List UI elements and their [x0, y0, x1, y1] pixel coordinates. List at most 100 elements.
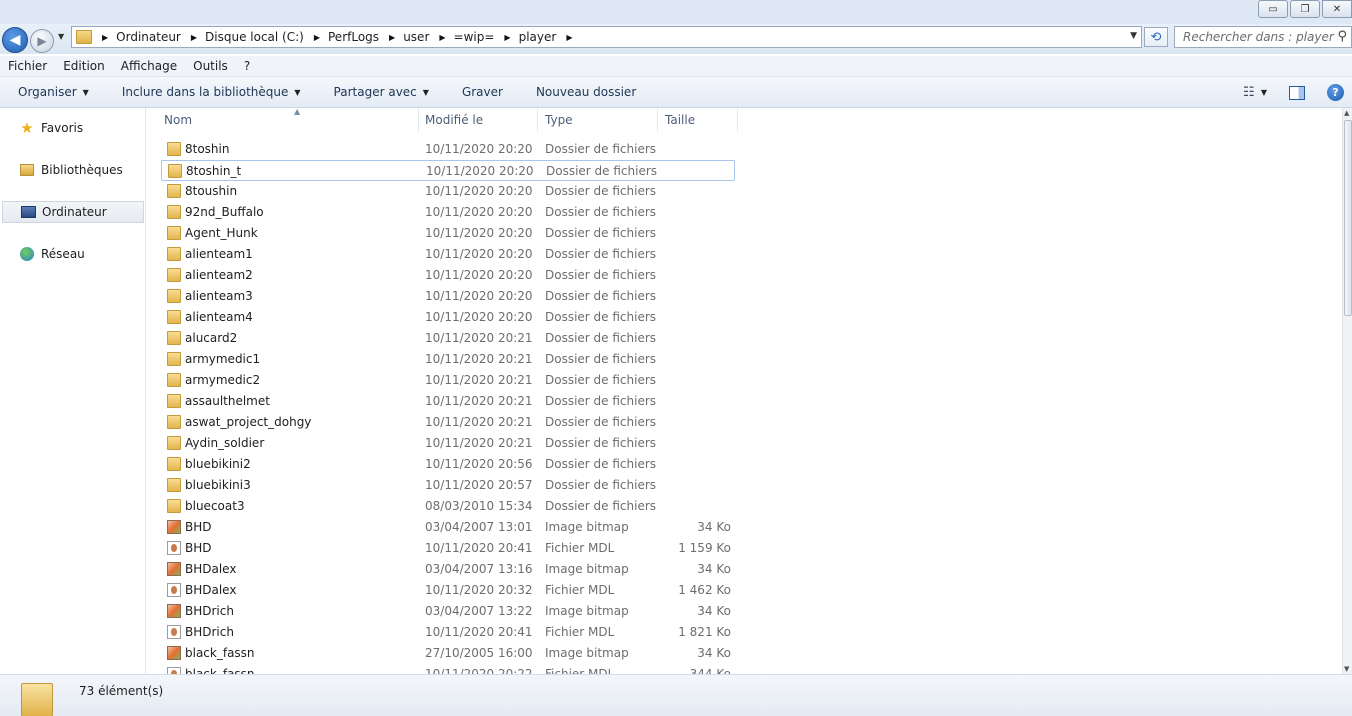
column-header-name[interactable]: Nom ▲ [157, 108, 419, 132]
file-row[interactable]: black_fassn 27/10/2005 16:00 Image bitmap 3… [161, 643, 735, 664]
menu-outils[interactable]: Outils [185, 59, 236, 73]
file-row[interactable]: assaulthelmet 10/11/2020 20:21 Dossier de … [161, 391, 735, 412]
folder-icon [167, 478, 181, 492]
scroll-down-icon[interactable]: ▼ [1344, 665, 1349, 673]
file-row[interactable]: BHD 10/11/2020 20:41 Fichier MDL 1 159 Ko [161, 538, 735, 559]
breadcrumb-player[interactable]: player [519, 30, 557, 44]
chevron-right-icon[interactable]: ▶ [566, 33, 572, 42]
file-modified: 03/04/2007 13:01 [425, 520, 533, 534]
file-row[interactable]: armymedic1 10/11/2020 20:21 Dossier de fic… [161, 349, 735, 370]
file-row[interactable]: 92nd_Buffalo 10/11/2020 20:20 Dossier de f… [161, 202, 735, 223]
breadcrumb-wip[interactable]: =wip= [454, 30, 495, 44]
file-modified: 10/11/2020 20:22 [425, 667, 533, 674]
file-modified: 10/11/2020 20:21 [425, 415, 533, 429]
file-row[interactable]: BHDrich 10/11/2020 20:41 Fichier MDL 1 821 … [161, 622, 735, 643]
file-row[interactable]: BHDalex 10/11/2020 20:32 Fichier MDL 1 462 … [161, 580, 735, 601]
file-row[interactable]: alienteam3 10/11/2020 20:20 Dossier de fic… [161, 286, 735, 307]
share-button[interactable]: Partager avec ▼ [316, 85, 444, 99]
chevron-right-icon[interactable]: ▶ [191, 33, 197, 42]
file-row[interactable]: alienteam2 10/11/2020 20:20 Dossier de fic… [161, 265, 735, 286]
file-name: 8toshin [185, 142, 230, 156]
menu-affichage[interactable]: Affichage [113, 59, 185, 73]
forward-button[interactable]: ▶ [30, 29, 54, 53]
burn-button[interactable]: Graver [444, 85, 518, 99]
chevron-down-icon: ▼ [82, 87, 89, 97]
file-row[interactable]: armymedic2 10/11/2020 20:21 Dossier de fic… [161, 370, 735, 391]
file-size: 34 Ko [697, 604, 731, 618]
file-row[interactable]: bluebikini2 10/11/2020 20:56 Dossier de fi… [161, 454, 735, 475]
nav-item-favorites[interactable]: ★ Favoris [2, 117, 144, 139]
maximize-button[interactable]: ❐ [1290, 0, 1320, 18]
refresh-button[interactable]: ⟲ [1144, 27, 1168, 47]
include-library-button[interactable]: Inclure dans la bibliothèque ▼ [104, 85, 316, 99]
menu-edition[interactable]: Edition [55, 59, 113, 73]
back-button[interactable]: ◀ [2, 27, 28, 53]
file-size: 344 Ko [689, 667, 731, 674]
breadcrumb-perflogs[interactable]: PerfLogs [328, 30, 379, 44]
file-row[interactable]: BHDalex 03/04/2007 13:16 Image bitmap 34 Ko [161, 559, 735, 580]
file-modified: 10/11/2020 20:20 [425, 310, 533, 324]
search-icon[interactable]: ⚲ [1337, 29, 1347, 44]
network-icon [19, 247, 35, 261]
views-icon[interactable]: ☷ [1237, 85, 1261, 100]
mdl-file-icon [167, 625, 181, 639]
close-button[interactable]: ✕ [1322, 0, 1352, 18]
file-row[interactable]: BHDrich 03/04/2007 13:22 Image bitmap 34 Ko [161, 601, 735, 622]
breadcrumb-ordinateur[interactable]: Ordinateur [116, 30, 181, 44]
scroll-up-icon[interactable]: ▲ [1344, 109, 1349, 117]
column-header-size[interactable]: Taille [658, 108, 738, 132]
address-dropdown-icon[interactable]: ▼ [1130, 31, 1137, 41]
menu-fichier[interactable]: Fichier [0, 59, 55, 73]
column-header-modified[interactable]: Modifié le [418, 108, 538, 132]
title-bar: ▭ ❐ ✕ [0, 0, 1352, 24]
nav-item-network[interactable]: Réseau [2, 243, 144, 265]
breadcrumb-user[interactable]: user [403, 30, 429, 44]
file-row[interactable]: alucard2 10/11/2020 20:21 Dossier de fichi… [161, 328, 735, 349]
chevron-right-icon[interactable]: ▶ [439, 33, 445, 42]
menu-help[interactable]: ? [236, 59, 258, 73]
file-name: alienteam3 [185, 289, 253, 303]
help-icon[interactable]: ? [1327, 84, 1344, 101]
file-row[interactable]: 8toshin_t 10/11/2020 20:20 Dossier de fich… [161, 160, 735, 181]
search-input[interactable]: Rechercher dans : player ⚲ [1174, 26, 1352, 48]
file-modified: 10/11/2020 20:20 [425, 142, 533, 156]
address-bar[interactable]: ▶ Ordinateur ▶ Disque local (C:) ▶ PerfL… [71, 26, 1142, 48]
file-type: Dossier de fichiers [545, 247, 657, 261]
file-row[interactable]: Agent_Hunk 10/11/2020 20:20 Dossier de fic… [161, 223, 735, 244]
file-row[interactable]: aswat_project_dohgy 10/11/2020 20:21 Dossi… [161, 412, 735, 433]
file-row[interactable]: 8toshin 10/11/2020 20:20 Dossier de fichie… [161, 139, 735, 160]
file-modified: 10/11/2020 20:20 [425, 268, 533, 282]
mdl-file-icon [167, 583, 181, 597]
file-modified: 10/11/2020 20:20 [425, 289, 533, 303]
breadcrumb-disque-local[interactable]: Disque local (C:) [205, 30, 304, 44]
file-row[interactable]: alienteam4 10/11/2020 20:20 Dossier de fic… [161, 307, 735, 328]
scroll-thumb[interactable] [1344, 120, 1352, 316]
chevron-right-icon[interactable]: ▶ [102, 33, 108, 42]
preview-pane-icon[interactable] [1289, 85, 1305, 100]
chevron-down-icon[interactable]: ▼ [1261, 88, 1267, 97]
folder-icon [76, 30, 92, 44]
recent-pages-dropdown[interactable]: ▼ [58, 32, 64, 41]
chevron-right-icon[interactable]: ▶ [314, 33, 320, 42]
new-folder-button[interactable]: Nouveau dossier [518, 85, 651, 99]
chevron-right-icon[interactable]: ▶ [389, 33, 395, 42]
column-header-type[interactable]: Type [538, 108, 658, 132]
nav-item-libraries[interactable]: Bibliothèques [2, 159, 144, 181]
file-row[interactable]: 8toushin 10/11/2020 20:20 Dossier de fichi… [161, 181, 735, 202]
organize-button[interactable]: Organiser ▼ [0, 85, 104, 99]
minimize-button[interactable]: ▭ [1258, 0, 1288, 18]
file-row[interactable]: BHD 03/04/2007 13:01 Image bitmap 34 Ko [161, 517, 735, 538]
file-row[interactable]: black_fassn 10/11/2020 20:22 Fichier MDL 34… [161, 664, 735, 674]
folder-icon [21, 683, 53, 716]
nav-label: Ordinateur [42, 205, 107, 219]
file-row[interactable]: alienteam1 10/11/2020 20:20 Dossier de fic… [161, 244, 735, 265]
folder-icon [167, 226, 181, 240]
file-name: black_fassn [185, 667, 255, 674]
nav-item-computer[interactable]: Ordinateur [2, 201, 144, 223]
vertical-scrollbar[interactable]: ▲ ▼ [1342, 108, 1352, 674]
chevron-right-icon[interactable]: ▶ [504, 33, 510, 42]
file-row[interactable]: bluecoat3 08/03/2010 15:34 Dossier de fich… [161, 496, 735, 517]
file-row[interactable]: bluebikini3 10/11/2020 20:57 Dossier de fi… [161, 475, 735, 496]
file-type: Image bitmap [545, 520, 629, 534]
file-row[interactable]: Aydin_soldier 10/11/2020 20:21 Dossier de … [161, 433, 735, 454]
